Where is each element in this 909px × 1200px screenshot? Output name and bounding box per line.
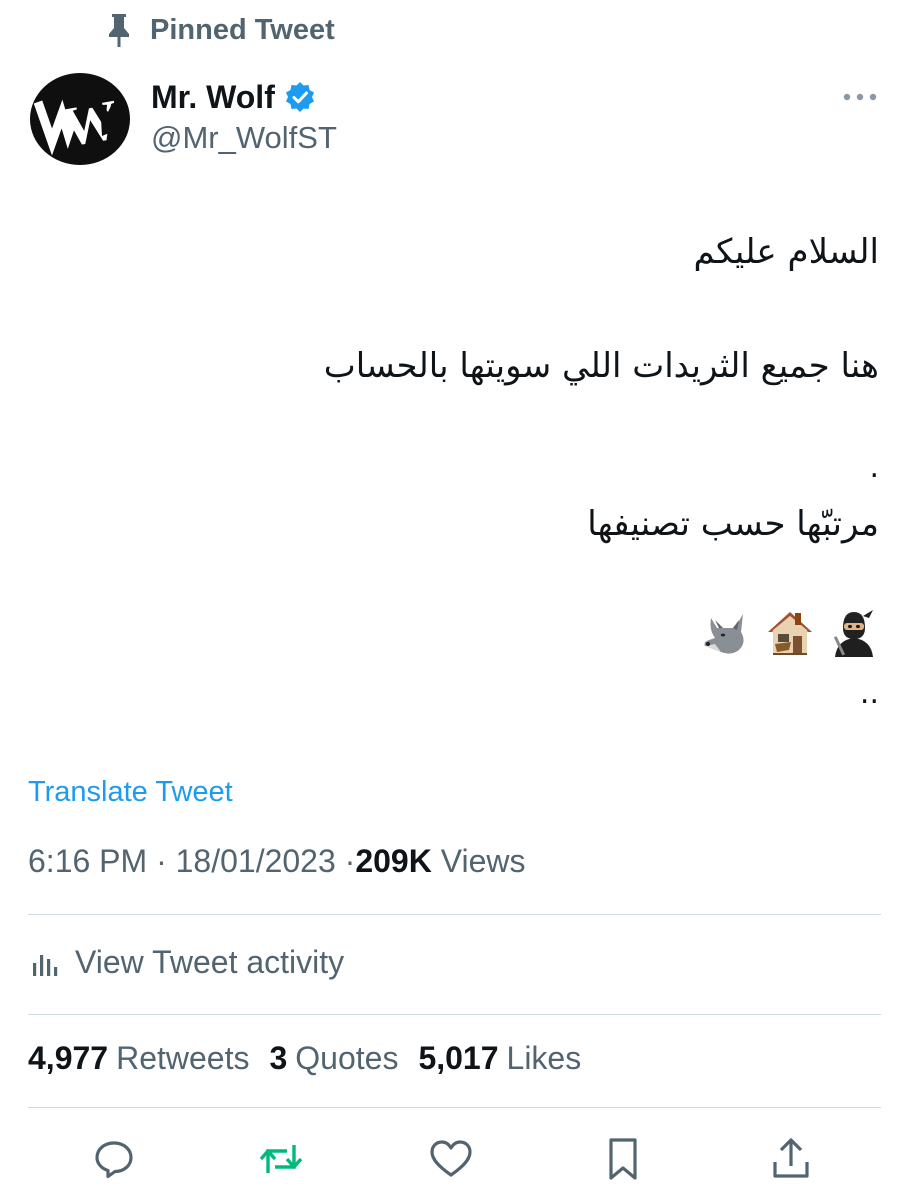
bookmark-icon bbox=[603, 1136, 643, 1182]
tweet-line: . bbox=[869, 450, 879, 485]
tweet-line: مرتبّها حسب تصنيفها bbox=[587, 504, 879, 544]
analytics-icon bbox=[28, 945, 62, 979]
author-handle[interactable]: @Mr_WolfST bbox=[151, 120, 337, 156]
divider bbox=[28, 1107, 881, 1108]
quotes-label: Quotes bbox=[295, 1040, 399, 1076]
share-icon bbox=[769, 1136, 813, 1182]
tweet-line: .. bbox=[859, 676, 879, 711]
divider bbox=[28, 1014, 881, 1015]
translate-tweet-link[interactable]: Translate Tweet bbox=[28, 776, 233, 809]
wolf-emoji-icon bbox=[701, 608, 751, 658]
reply-button[interactable] bbox=[85, 1130, 143, 1188]
tweet-line: السلام عليكم bbox=[693, 232, 880, 272]
tweet-meta: 6:16 PM · 18/01/2023 ·209K Views bbox=[28, 843, 525, 880]
views-label: Views bbox=[440, 843, 526, 879]
pinned-label: Pinned Tweet bbox=[150, 13, 335, 46]
divider bbox=[28, 914, 881, 915]
bookmark-button[interactable] bbox=[594, 1130, 652, 1188]
emoji-row bbox=[701, 608, 879, 658]
quotes-stat[interactable]: 3 Quotes bbox=[269, 1040, 398, 1077]
retweets-stat[interactable]: 4,977 Retweets bbox=[28, 1040, 249, 1077]
likes-count: 5,017 bbox=[418, 1040, 499, 1076]
tweet-action-bar bbox=[0, 1130, 909, 1188]
activity-label: View Tweet activity bbox=[75, 943, 345, 980]
heart-icon bbox=[428, 1137, 474, 1181]
tweet-line: هنا جميع الثريدات اللي سويتها بالحساب bbox=[323, 346, 879, 386]
pin-icon bbox=[104, 10, 134, 50]
author-name-row[interactable]: Mr. Wolf bbox=[151, 76, 316, 118]
likes-label: Likes bbox=[506, 1040, 582, 1076]
retweet-button[interactable] bbox=[252, 1130, 310, 1188]
meta-separator: · bbox=[344, 843, 356, 879]
like-button[interactable] bbox=[422, 1130, 480, 1188]
meta-separator: · bbox=[156, 843, 167, 879]
more-options-button[interactable] bbox=[840, 80, 880, 114]
tweet-date[interactable]: 18/01/2023 bbox=[176, 843, 336, 879]
view-tweet-activity-button[interactable]: View Tweet activity bbox=[28, 936, 344, 988]
share-button[interactable] bbox=[762, 1130, 820, 1188]
engagement-stats: 4,977 Retweets 3 Quotes 5,017 Likes bbox=[28, 1040, 581, 1077]
pinned-indicator: Pinned Tweet bbox=[104, 8, 335, 52]
views-count: 209K bbox=[355, 843, 432, 879]
reply-icon bbox=[92, 1137, 136, 1181]
quotes-count: 3 bbox=[269, 1040, 288, 1076]
retweets-count: 4,977 bbox=[28, 1040, 109, 1076]
verified-badge-icon bbox=[284, 81, 316, 113]
display-name[interactable]: Mr. Wolf bbox=[151, 79, 275, 116]
likes-stat[interactable]: 5,017 Likes bbox=[418, 1040, 581, 1077]
tweet-time[interactable]: 6:16 PM bbox=[28, 843, 147, 879]
more-horizontal-icon bbox=[843, 93, 877, 101]
house-emoji-icon bbox=[765, 608, 815, 658]
retweets-label: Retweets bbox=[116, 1040, 250, 1076]
retweet-icon bbox=[257, 1137, 305, 1181]
avatar[interactable]: W bbox=[28, 72, 132, 166]
tweet-detail-page: Pinned Tweet W Mr. Wolf @Mr_WolfST السلا… bbox=[0, 0, 909, 1200]
ninja-emoji-icon bbox=[829, 608, 879, 658]
